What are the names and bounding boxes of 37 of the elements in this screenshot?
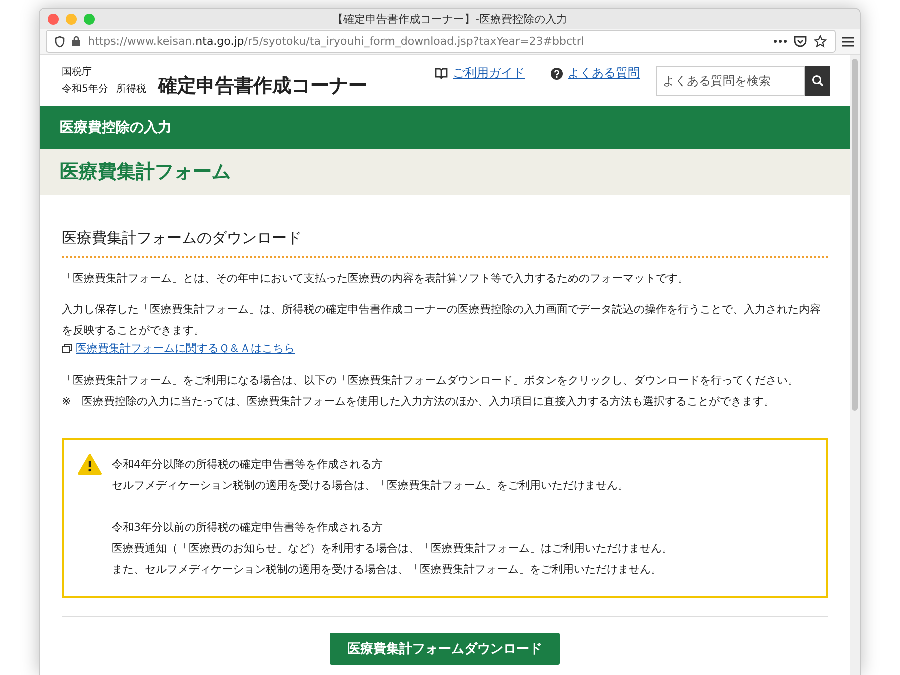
notice-heading: 令和3年分以前の所得税の確定申告書等を作成される方 (112, 520, 384, 536)
site-title: 確定申告書作成コーナー (158, 74, 368, 98)
paragraph: 「医療費集計フォーム」をご利用になる場合は、以下の「医療費集計フォームダウンロード」ボタンをクリックし、ダウンロードを行ってください。 (62, 373, 800, 389)
faq-link[interactable]: よくある質問 (551, 65, 640, 82)
lock-icon (72, 36, 81, 47)
address-bar[interactable]: https://www.keisan.nta.go.jp/r5/syotoku/ta_iryouhi_form_download.jsp?taxYear=23#bbctrl (46, 30, 836, 53)
download-button[interactable]: 医療費集計フォームダウンロード (330, 633, 560, 665)
book-icon (435, 68, 448, 79)
window-title: 【確定申告書作成コーナー】-医療費控除の入力 (332, 12, 568, 26)
notice-text: セルフメディケーション税制の適用を受ける場合は、「医療費集計フォーム」をご利用いただけません。 (112, 478, 630, 494)
url-text: https://www.keisan.nta.go.jp/r5/syotoku/ta_iryouhi_form_download.jsp?taxYear=23#bbctrl (88, 35, 586, 48)
notice-text: 医療費通知（「医療費のお知らせ」など）を利用する場合は、「医療費集計フォーム」はご利用いただけません。 (112, 541, 673, 557)
menu-icon[interactable] (842, 36, 854, 46)
paragraph: 入力し保存した「医療費集計フォーム」は、所得税の確定申告書作成コーナーの医療費控除の入力画面でデータ読込の操作を行うことで、入力された内容を反映することができます。 (62, 302, 822, 339)
help-icon (551, 68, 563, 80)
qa-link[interactable]: 医療費集計フォームに関するＱ＆Ａはこちら (62, 341, 828, 356)
search-icon (812, 74, 824, 86)
new-window-icon (62, 344, 72, 353)
notice-text: また、セルフメディケーション税制の適用を受ける場合は、「医療費集計フォーム」をご利用いただけません。 (112, 562, 663, 578)
notice-heading: 令和4年分以降の所得税の確定申告書等を作成される方 (112, 457, 384, 473)
page-title: 医療費集計フォーム (40, 149, 850, 195)
tax-label: 所得税 (116, 82, 146, 96)
note-text: ※ 医療費控除の入力に当たっては、医療費集計フォームを使用した入力方法のほか、入力項目に直接入力する方法も選択することができます。 (62, 394, 776, 410)
guide-link[interactable]: ご利用ガイド (435, 65, 525, 82)
star-icon[interactable] (814, 35, 827, 48)
search-field[interactable]: よくある質問を検索 (656, 66, 805, 96)
section-heading: 医療費集計フォームのダウンロード (62, 229, 828, 258)
scrollbar-thumb[interactable] (852, 59, 858, 411)
shield-icon (55, 36, 65, 48)
search-button[interactable] (805, 66, 830, 96)
paragraph: 「医療費集計フォーム」とは、その年中において支払った医療費の内容を表計算ソフト等で入力するためのフォーマットです。 (62, 271, 690, 287)
more-icon[interactable] (774, 40, 787, 43)
pocket-icon[interactable] (794, 36, 807, 48)
year-label: 令和5年分 (62, 82, 108, 96)
warning-icon (78, 454, 102, 475)
section-bar: 医療費控除の入力 (40, 106, 850, 149)
agency-label: 国税庁 (62, 66, 93, 79)
